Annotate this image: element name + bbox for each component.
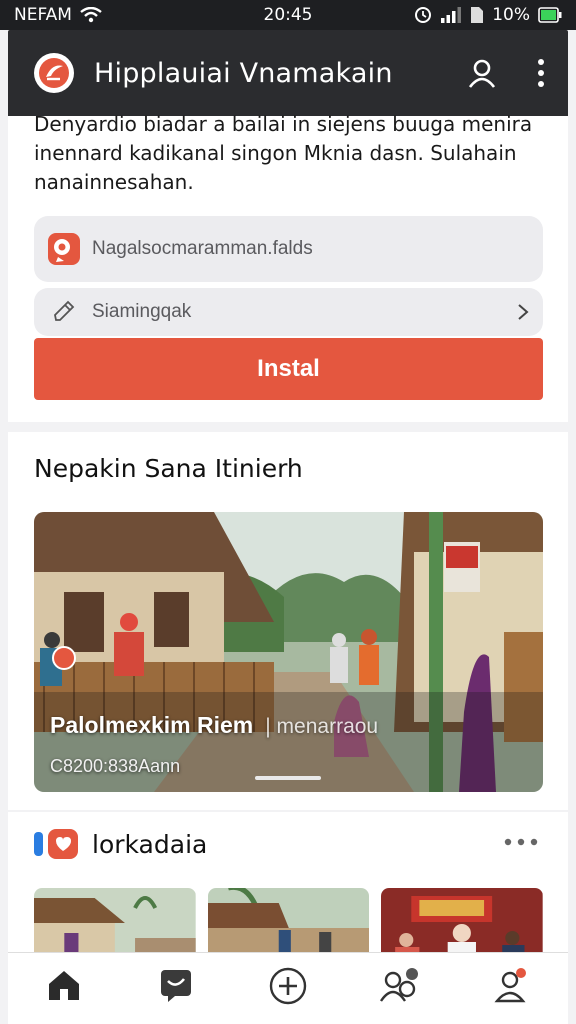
logo-icon <box>39 58 69 88</box>
app-badge-icon <box>46 231 82 267</box>
app-logo <box>34 53 74 93</box>
signal-icon <box>441 7 462 23</box>
status-bar: NEFAM 20:45 10% <box>0 0 576 30</box>
nav-profile[interactable] <box>472 967 552 1021</box>
village-photo[interactable]: Palolmexkim Riem | menarraou C8200:838Aan… <box>34 512 543 792</box>
account-icon[interactable] <box>466 57 498 89</box>
hero-title: Palolmexkim Riem <box>50 712 254 738</box>
section-badge-icon <box>34 829 78 859</box>
install-card: Denyardio biadar a bailai in siejens buu… <box>8 112 568 422</box>
chat-icon <box>161 970 191 1002</box>
section2-header: lorkadaia <box>34 828 207 860</box>
install-button[interactable]: Instal <box>34 338 543 400</box>
name-field-text: Nagalsocmaramman.falds <box>92 238 313 259</box>
nav-people[interactable] <box>360 967 440 1021</box>
chevron-right-icon <box>518 304 529 320</box>
bottom-navigation <box>8 952 568 1024</box>
hero-caption: Palolmexkim Riem | menarraou <box>50 712 378 739</box>
subject-field-text: Siamingqak <box>92 301 192 322</box>
app-bar: Hipplauiai Vnamakain <box>8 30 568 116</box>
profile-icon <box>494 968 526 1003</box>
battery-level: 10% <box>492 5 530 25</box>
section2-title: lorkadaia <box>92 829 208 859</box>
home-icon <box>49 971 79 1000</box>
carousel-handle[interactable] <box>255 776 321 780</box>
battery-icon <box>538 7 562 23</box>
more-horiz-icon[interactable] <box>504 838 538 846</box>
hero-subtext: C8200:838Aann <box>50 756 181 776</box>
village-illustration <box>34 512 543 792</box>
nav-home[interactable] <box>24 967 104 1021</box>
thumbnail[interactable] <box>207 888 370 958</box>
more-vert-icon[interactable] <box>536 58 546 88</box>
alarm-icon <box>415 7 432 23</box>
wifi-icon <box>80 7 102 23</box>
hero-title-faint: | menarraou <box>265 715 379 738</box>
pencil-icon <box>46 294 82 330</box>
thumbnail-row <box>34 888 544 958</box>
thumbnail[interactable] <box>381 888 544 958</box>
nav-chat[interactable] <box>136 967 216 1021</box>
thumbnail[interactable] <box>34 888 196 958</box>
app-description: Denyardio biadar a bailai in siejens buu… <box>34 112 533 194</box>
app-title: Hipplauiai Vnamakain <box>94 57 393 89</box>
itinerary-card: Nepakin Sana Itinierh Palolmexkim Riem |… <box>8 432 568 810</box>
nav-add[interactable] <box>248 967 328 1023</box>
subject-field[interactable]: Siamingqak <box>34 288 543 336</box>
carrier-label: NEFAM <box>14 5 72 25</box>
sim-icon <box>471 7 484 23</box>
name-field[interactable]: Nagalsocmaramman.falds <box>34 216 543 282</box>
people-icon <box>380 968 418 1002</box>
add-icon <box>269 967 307 1005</box>
section-title: Nepakin Sana Itinierh <box>34 454 303 483</box>
